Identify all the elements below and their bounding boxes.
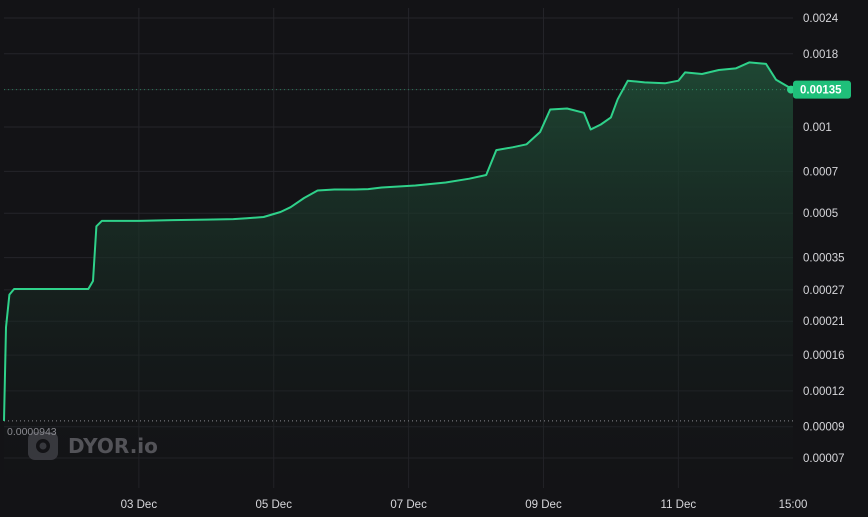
y-tick-label: 0.0005 [803,208,838,220]
x-tick-label: 11 Dec [661,499,697,511]
watermark-text: DYOR.io [68,434,158,458]
y-tick-label: 0.00027 [803,285,845,297]
price-chart[interactable]: DYOR.io 0.0000943 0.0024 0.0018 0.001 0.000… [0,0,868,517]
x-tick-label: 09 Dec [525,499,562,511]
x-tick-label: 05 Dec [256,499,293,511]
y-tick-label: 0.001 [803,122,832,134]
y-tick-label: 0.0024 [803,13,839,25]
y-tick-label: 0.00012 [803,386,845,398]
x-tick-label: 15:00 [779,499,808,511]
y-tick-label: 0.00016 [803,350,845,362]
x-axis: 03 Dec 05 Dec 07 Dec 09 Dec 11 Dec 15:00 [121,499,808,511]
y-tick-label: 0.00009 [803,422,845,434]
min-price-label: 0.0000943 [7,426,57,438]
y-tick-label: 0.00007 [803,453,845,465]
price-chart-svg: DYOR.io 0.0000943 0.0024 0.0018 0.001 0.000… [3,8,851,511]
y-tick-label: 0.0018 [803,49,838,61]
price-area [4,62,793,489]
y-tick-label: 0.00021 [803,316,845,328]
x-tick-label: 03 Dec [121,499,158,511]
price-area-fill [4,62,793,489]
x-tick-label: 07 Dec [390,499,427,511]
current-price-value: 0.00135 [800,85,842,97]
y-tick-label: 0.0007 [803,166,838,178]
y-tick-label: 0.00035 [803,253,845,265]
